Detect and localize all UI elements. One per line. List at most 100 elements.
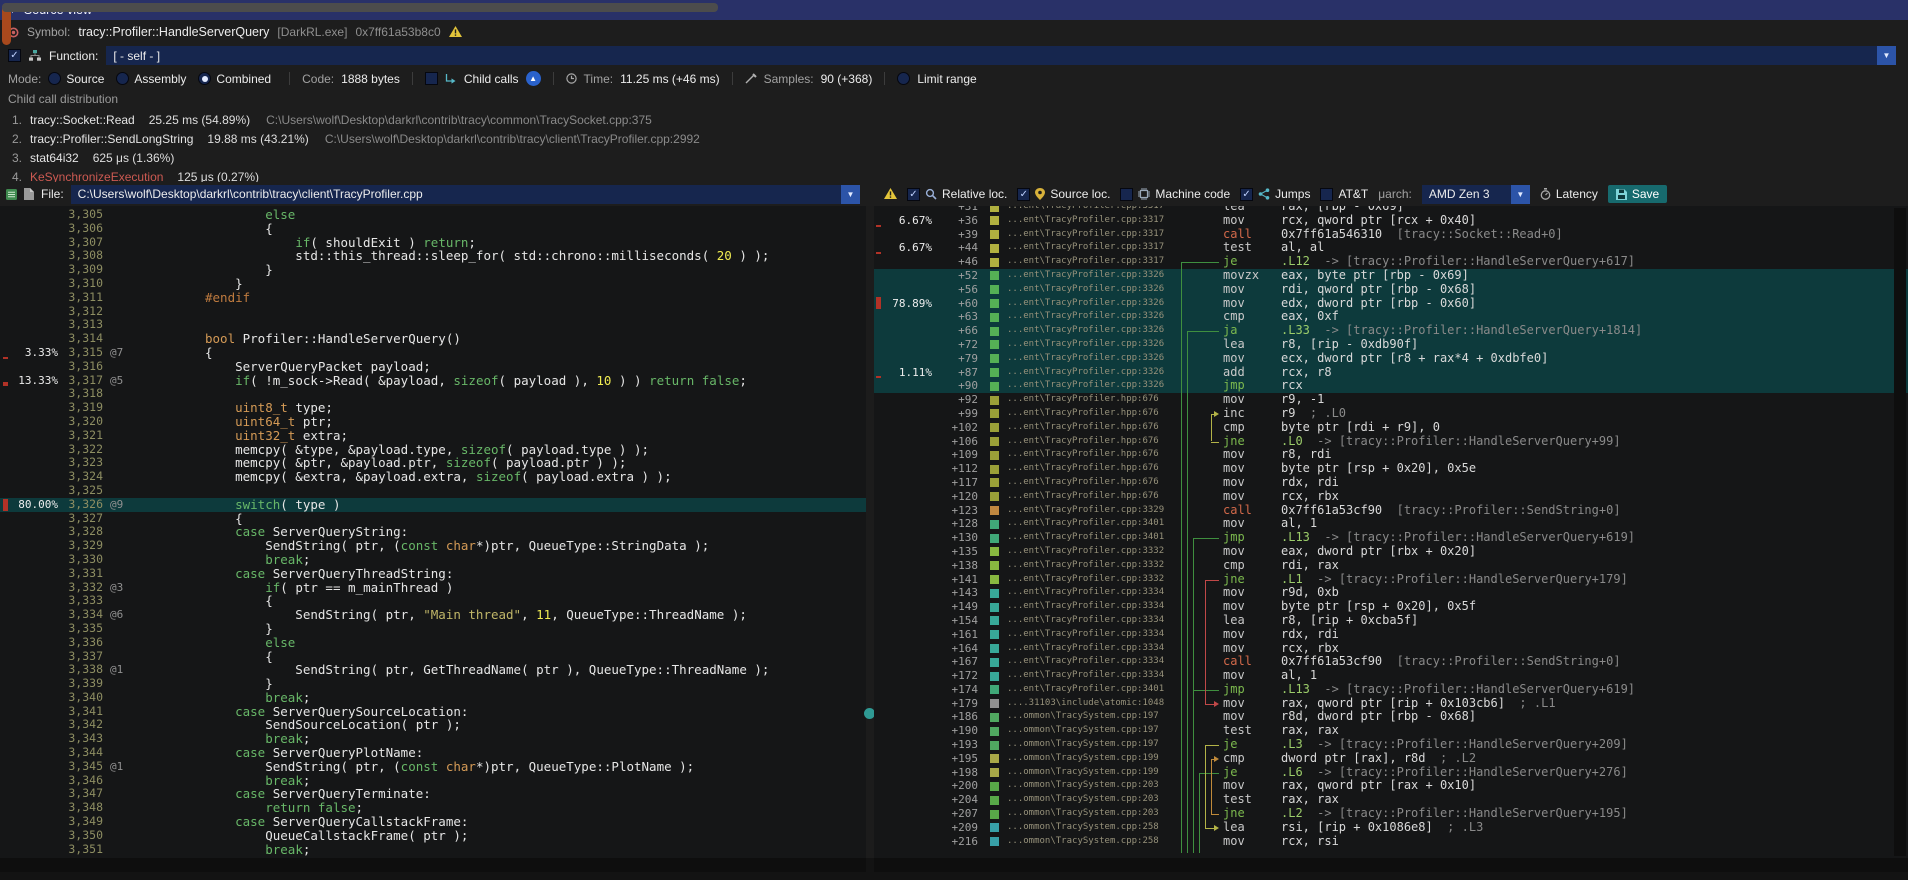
source-line[interactable]: 3,345@1 SendString( ptr, (const char*)pt… [0,760,866,774]
source-line[interactable]: 3,306 { [0,222,866,236]
asm-row[interactable]: +56...ent\TracyProfiler.cpp:3326movrdi, … [874,283,1908,297]
source-line[interactable]: 3,329 SendString( ptr, (const char*)ptr,… [0,539,866,553]
source-line[interactable]: 3,310 } [0,277,866,291]
source-line[interactable]: 3,338@1 SendString( ptr, GetThreadName( … [0,663,866,677]
asm-row[interactable]: +72...ent\TracyProfiler.cpp:3326lear8, [… [874,338,1908,352]
source-line[interactable]: 3,322 memcpy( &type, &payload.type, size… [0,443,866,457]
source-line[interactable]: 3,309 } [0,263,866,277]
source-line[interactable]: 3,335 } [0,622,866,636]
source-scrollbar-thumb[interactable] [2,3,718,12]
latency-toggle[interactable]: Latency [1540,187,1598,201]
save-button[interactable]: Save [1608,185,1667,203]
child-call-entry[interactable]: 1.tracy::Socket::Read25.25 ms (54.89%)C:… [0,112,1908,128]
asm-row[interactable]: +167...ent\TracyProfiler.cpp:3334call0x7… [874,655,1908,669]
asm-row[interactable]: +135...ent\TracyProfiler.cpp:3332moveax,… [874,545,1908,559]
chevron-down-icon[interactable]: ▼ [1877,46,1896,65]
asm-row[interactable]: +200...ommon\TracySystem.cpp:203movrax, … [874,779,1908,793]
asm-row[interactable]: +90...ent\TracyProfiler.cpp:3326jmprcx [874,379,1908,393]
source-line[interactable]: 3,332@3 if( ptr == m_mainThread ) [0,581,866,595]
asm-row[interactable]: +120...ent\TracyProfiler.hpp:676movrcx, … [874,490,1908,504]
asm-row[interactable]: 6.67%+36...ent\TracyProfiler.cpp:3317mov… [874,214,1908,228]
child-call-entry[interactable]: 2.tracy::Profiler::SendLongString19.88 m… [0,131,1908,147]
asm-row[interactable]: +92...ent\TracyProfiler.hpp:676movr9, -1 [874,393,1908,407]
file-combo[interactable]: C:\Users\wolf\Desktop\darkrl\contrib\tra… [71,185,860,204]
uarch-combo[interactable]: AMD Zen 3 ▼ [1422,185,1530,204]
source-line[interactable]: 3,307 if( shouldExit ) return; [0,236,866,250]
asm-row[interactable]: 6.67%+44...ent\TracyProfiler.cpp:3317tes… [874,241,1908,255]
att-toggle[interactable]: AT&T [1320,187,1368,201]
source-line[interactable]: 3,348 return false; [0,801,866,815]
asm-row[interactable]: +79...ent\TracyProfiler.cpp:3326movecx, … [874,352,1908,366]
source-line[interactable]: 3,343 break; [0,732,866,746]
source-line[interactable]: 3,336 else [0,636,866,650]
source-line[interactable]: 3,328 case ServerQueryString: [0,525,866,539]
pane-splitter[interactable] [866,206,874,858]
asm-row[interactable]: +204...ommon\TracySystem.cpp:203testrax,… [874,793,1908,807]
asm-row[interactable]: +128...ent\TracyProfiler.cpp:3401moval, … [874,517,1908,531]
child-calls-checkbox[interactable] [425,72,438,85]
source-line[interactable]: 3,305 else [0,208,866,222]
source-horizontal-scrollbar[interactable] [0,858,866,872]
source-loc-toggle[interactable]: ✓ Source loc. [1017,187,1110,201]
asm-row[interactable]: +154...ent\TracyProfiler.cpp:3334lear8, … [874,614,1908,628]
source-line[interactable]: 3,339 } [0,677,866,691]
asm-row[interactable]: +190...ommon\TracySystem.cpp:197testrax,… [874,724,1908,738]
asm-row[interactable]: +123...ent\TracyProfiler.cpp:3329call0x7… [874,504,1908,518]
function-checkbox[interactable]: ✓ [8,49,21,62]
asm-row[interactable]: +207...ommon\TracySystem.cpp:203jne.L2 -… [874,807,1908,821]
source-line[interactable]: 3.33%3,315@7{ [0,346,866,360]
source-line[interactable]: 3,342 SendSourceLocation( ptr ); [0,718,866,732]
source-line[interactable]: 3,327 { [0,512,866,526]
source-line[interactable]: 3,321 uint32_t extra; [0,429,866,443]
asm-row[interactable]: +143...ent\TracyProfiler.cpp:3334movr9d,… [874,586,1908,600]
source-line[interactable]: 3,344 case ServerQueryPlotName: [0,746,866,760]
source-line[interactable]: 3,349 case ServerQueryCallstackFrame: [0,815,866,829]
asm-row[interactable]: +174...ent\TracyProfiler.cpp:3401jmp.L13… [874,683,1908,697]
source-line[interactable]: 3,340 break; [0,691,866,705]
asm-row[interactable]: +102...ent\TracyProfiler.hpp:676cmpbyte … [874,421,1908,435]
asm-row[interactable]: +52...ent\TracyProfiler.cpp:3326movzxeax… [874,269,1908,283]
source-line[interactable]: 13.33%3,317@5 if( !m_sock->Read( &payloa… [0,374,866,388]
source-line[interactable]: 3,324 memcpy( &extra, &payload.extra, si… [0,470,866,484]
source-line[interactable]: 80.00%3,326@9 switch( type ) [0,498,866,512]
asm-row[interactable]: 78.89%+60...ent\TracyProfiler.cpp:3326mo… [874,297,1908,311]
source-line[interactable]: 3,318 [0,387,866,401]
asm-row[interactable]: +216...ommon\TracySystem.cpp:258movrcx, … [874,835,1908,849]
source-line[interactable]: 3,320 uint64_t ptr; [0,415,866,429]
source-line[interactable]: 3,346 break; [0,774,866,788]
machine-code-toggle[interactable]: Machine code [1120,187,1230,201]
source-line[interactable]: 3,337 { [0,650,866,664]
source-line[interactable]: 3,316 ServerQueryPacket payload; [0,360,866,374]
source-line[interactable]: 3,325 [0,484,866,498]
source-line[interactable]: 3,330 break; [0,553,866,567]
asm-row[interactable]: 1.11%+87...ent\TracyProfiler.cpp:3326add… [874,366,1908,380]
source-line[interactable]: 3,331 case ServerQueryThreadString: [0,567,866,581]
asm-row[interactable]: +39...ent\TracyProfiler.cpp:3317call0x7f… [874,228,1908,242]
source-line[interactable]: 3,314bool Profiler::HandleServerQuery() [0,332,866,346]
asm-row[interactable]: +106...ent\TracyProfiler.hpp:676jne.L0 -… [874,435,1908,449]
asm-row[interactable]: +66...ent\TracyProfiler.cpp:3326ja.L33 -… [874,324,1908,338]
asm-row[interactable]: +195...ommon\TracySystem.cpp:199cmpdword… [874,752,1908,766]
asm-row[interactable]: +141...ent\TracyProfiler.cpp:3332jne.L1 … [874,573,1908,587]
source-line[interactable]: 3,311#endif [0,291,866,305]
source-line[interactable]: 3,323 memcpy( &ptr, &payload.ptr, sizeof… [0,456,866,470]
asm-row[interactable]: +179....31103\include\atomic:1048movrax,… [874,697,1908,711]
asm-row[interactable]: +109...ent\TracyProfiler.hpp:676movr8, r… [874,448,1908,462]
asm-vertical-scrollbar[interactable] [1894,208,1906,856]
chevron-down-icon[interactable]: ▼ [1511,185,1530,204]
asm-horizontal-scrollbar[interactable] [874,858,1908,872]
asm-row[interactable]: +112...ent\TracyProfiler.hpp:676movbyte … [874,462,1908,476]
asm-row[interactable]: +198...ommon\TracySystem.cpp:199je.L6 ->… [874,766,1908,780]
asm-row[interactable]: +63...ent\TracyProfiler.cpp:3326cmpeax, … [874,310,1908,324]
mode-radio-assembly[interactable]: Assembly [116,72,186,86]
asm-row[interactable]: +149...ent\TracyProfiler.cpp:3334movbyte… [874,600,1908,614]
source-line[interactable]: 3,350 QueueCallstackFrame( ptr ); [0,829,866,843]
source-line[interactable]: 3,313 [0,318,866,332]
jumps-toggle[interactable]: ✓ Jumps [1240,187,1310,201]
chevron-down-icon[interactable]: ▼ [841,185,860,204]
mode-radio-source[interactable]: Source [48,72,104,86]
propagate-up-button[interactable]: ▲ [526,71,541,86]
source-pane[interactable]: 3,305 else3,306 {3,307 if( shouldExit ) … [0,206,866,858]
child-call-entry[interactable]: 3.stat64i32625 μs (1.36%) [0,150,1908,166]
source-line[interactable]: 3,319 uint8_t type; [0,401,866,415]
